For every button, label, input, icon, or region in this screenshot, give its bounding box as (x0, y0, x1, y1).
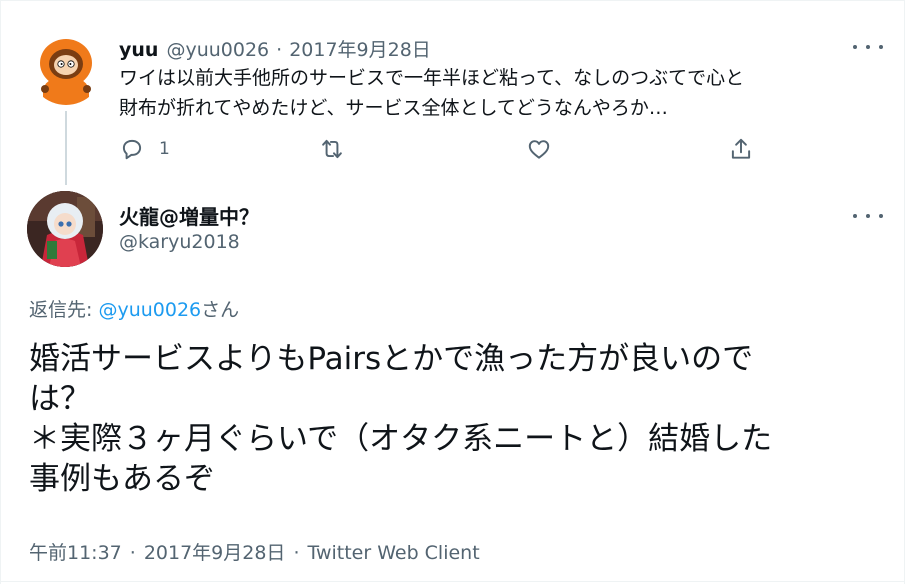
parent-text-line: ワイは以前大手他所のサービスで一年半ほど粘って、なしのつぶてで心と (119, 67, 745, 89)
retweet-icon (322, 139, 342, 159)
avatar-yuu[interactable] (29, 31, 103, 105)
like-icon (528, 140, 550, 159)
tweet-time[interactable]: 午前11:37 (29, 542, 122, 564)
replying-to-mention[interactable]: @yuu0026 (98, 299, 201, 321)
tweet-source[interactable]: Twitter Web Client (307, 542, 479, 564)
divider (1, 581, 904, 582)
reply-icon (122, 139, 142, 160)
meta-separator: · (293, 542, 300, 564)
reply-button[interactable]: 1 (119, 135, 170, 163)
reply-text-line: は？ (29, 381, 91, 417)
reply-tweet-text: 婚活サービスよりもPairsとかで漁った方が良いので は？ ＊実際３ヶ月ぐらいで… (29, 339, 879, 499)
parent-date[interactable]: 2017年9月28日 (289, 35, 431, 62)
replying-to-suffix: さん (201, 299, 240, 321)
reply-text-line: 婚活サービスよりもPairsとかで漁った方が良いので (29, 341, 754, 377)
avatar-karyu[interactable] (27, 191, 103, 267)
reply-handle[interactable]: @karyu2018 (119, 231, 240, 253)
like-button[interactable] (526, 135, 552, 163)
tweet-date[interactable]: 2017年9月28日 (144, 542, 286, 564)
kenny-avatar-icon (29, 31, 103, 105)
doll-photo-avatar-icon (27, 191, 103, 267)
share-button[interactable] (728, 135, 754, 163)
header-separator: · (276, 39, 283, 61)
parent-tweet-text: ワイは以前大手他所のサービスで一年半ほど粘って、なしのつぶてで心と 財布が折れて… (119, 63, 879, 123)
meta-separator: · (129, 542, 136, 564)
tweet-meta: 午前11:37 · 2017年9月28日 · Twitter Web Client (29, 538, 480, 565)
reply-count: 1 (159, 139, 170, 159)
replying-to: 返信先: @yuu0026さん (29, 295, 239, 322)
reply-text-line: 事例もあるぞ (29, 461, 215, 497)
parent-handle[interactable]: @yuu0026 (166, 39, 269, 61)
tweet-thread: yuu @yuu0026 · 2017年9月28日 ワイは以前大手他所のサービス… (0, 0, 905, 584)
parent-tweet-header: yuu @yuu0026 · 2017年9月28日 (119, 35, 431, 62)
parent-more-icon[interactable] (853, 37, 883, 57)
replying-to-label: 返信先: (29, 299, 99, 321)
reply-display-name[interactable]: 火龍@増量中？ (119, 201, 259, 230)
parent-text-line: 財布が折れてやめたけど、サービス全体としてどうなんやろか… (119, 97, 668, 119)
parent-display-name[interactable]: yuu (119, 39, 158, 61)
retweet-button[interactable] (319, 135, 345, 163)
share-icon (731, 138, 751, 159)
thread-connector-line (65, 111, 67, 185)
reply-more-icon[interactable] (853, 206, 883, 226)
reply-text-line: ＊実際３ヶ月ぐらいで（オタク系ニートと）結婚した (29, 421, 773, 457)
